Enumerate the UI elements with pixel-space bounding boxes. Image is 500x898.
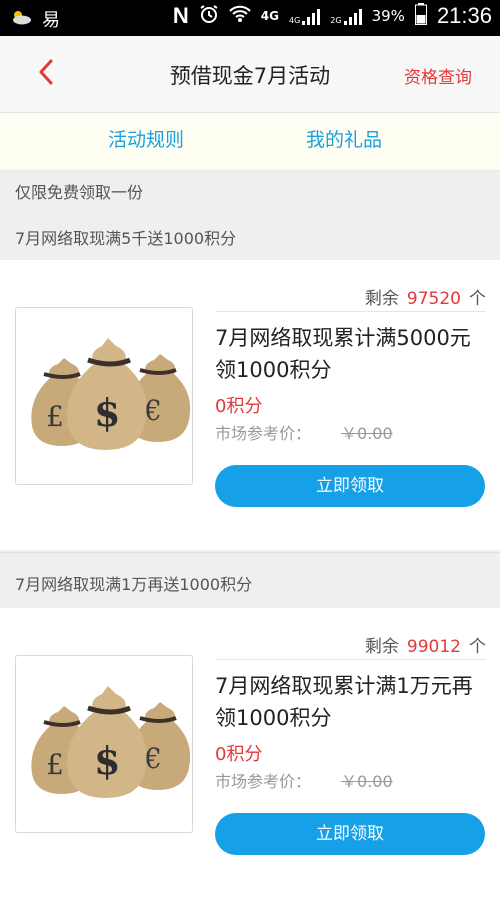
section-title-2: 7月网络取现满1万再送1000积分: [15, 575, 253, 594]
carrier-glyph: 易: [42, 10, 60, 31]
divider: [215, 659, 486, 660]
remaining-unit: 个: [469, 637, 486, 657]
remaining-count: 剩余 97520 个: [365, 284, 486, 309]
product-image[interactable]: £ € $: [15, 307, 193, 485]
market-price-value: ￥0.00: [341, 424, 393, 443]
svg-text:£: £: [46, 748, 64, 781]
market-price: 市场参考价： ￥0.00: [215, 768, 393, 792]
claim-button[interactable]: 立即领取: [215, 465, 485, 507]
alarm-icon: [199, 4, 219, 28]
section-title-1: 7月网络取现满5千送1000积分: [15, 229, 237, 248]
eligibility-query-button[interactable]: 资格查询: [404, 63, 472, 88]
tab-activity-rules[interactable]: 活动规则: [108, 125, 184, 152]
gift-card: 剩余 97520 个 £ € $ 7月网络取现累计满5000元领1000积分 0积分…: [0, 260, 500, 550]
battery-icon: [414, 3, 427, 29]
tab-bar: 活动规则 我的礼品: [0, 113, 500, 171]
notice-limit-text: 仅限免费领取一份: [15, 183, 144, 202]
battery-percent: 39%: [371, 7, 405, 25]
signal-icon: 4G: [289, 7, 321, 25]
svg-text:$: $: [94, 390, 120, 435]
divider: [215, 311, 486, 312]
market-price-label: 市场参考价：: [215, 424, 312, 443]
tab-my-gifts[interactable]: 我的礼品: [306, 125, 382, 152]
gift-points: 0积分: [215, 396, 263, 417]
nfc-icon: N: [172, 3, 189, 28]
svg-text:£: £: [46, 400, 64, 433]
notice-section: 仅限免费领取一份 7月网络取现满5千送1000积分: [0, 171, 500, 259]
signal-icon-2: 2G: [330, 7, 362, 25]
network-label-4g-small: 4G: [289, 16, 301, 25]
remaining-label: 剩余: [364, 637, 399, 657]
gift-name: 7月网络取现累计满1万元再领1000积分: [215, 674, 473, 730]
svg-text:$: $: [94, 738, 120, 783]
navigation-bar: 预借现金7月活动 资格查询: [0, 36, 500, 113]
money-bags-icon: £ € $: [31, 338, 191, 450]
remaining-label: 剩余: [364, 289, 399, 309]
market-price-label: 市场参考价：: [215, 772, 312, 791]
claim-button[interactable]: 立即领取: [215, 813, 485, 855]
gift-points: 0积分: [215, 744, 263, 765]
market-price: 市场参考价： ￥0.00: [215, 420, 393, 444]
clock: 21:36: [436, 3, 492, 28]
market-price-value: ￥0.00: [341, 772, 393, 791]
remaining-count: 剩余 99012 个: [365, 632, 486, 657]
gift-name: 7月网络取现累计满5000元领1000积分: [215, 326, 471, 382]
section-header: 7月网络取现满1万再送1000积分: [0, 552, 500, 613]
network-label-4g: 4G: [260, 9, 279, 23]
product-image[interactable]: £ € $: [15, 655, 193, 833]
remaining-unit: 个: [469, 289, 486, 309]
network-label-2g: 2G: [330, 16, 342, 25]
gift-card: 剩余 99012 个 £ € $ 7月网络取现累计满1万元再领1000积分 0积分 …: [0, 608, 500, 898]
money-bags-icon: £ € $: [31, 686, 191, 798]
status-bar: 易 N 4G 4G 2G 39% 21:36: [0, 0, 500, 36]
remaining-number: 97520: [406, 289, 461, 309]
weather-icon: [10, 9, 32, 29]
remaining-number: 99012: [406, 637, 461, 657]
wifi-icon: [229, 5, 251, 27]
